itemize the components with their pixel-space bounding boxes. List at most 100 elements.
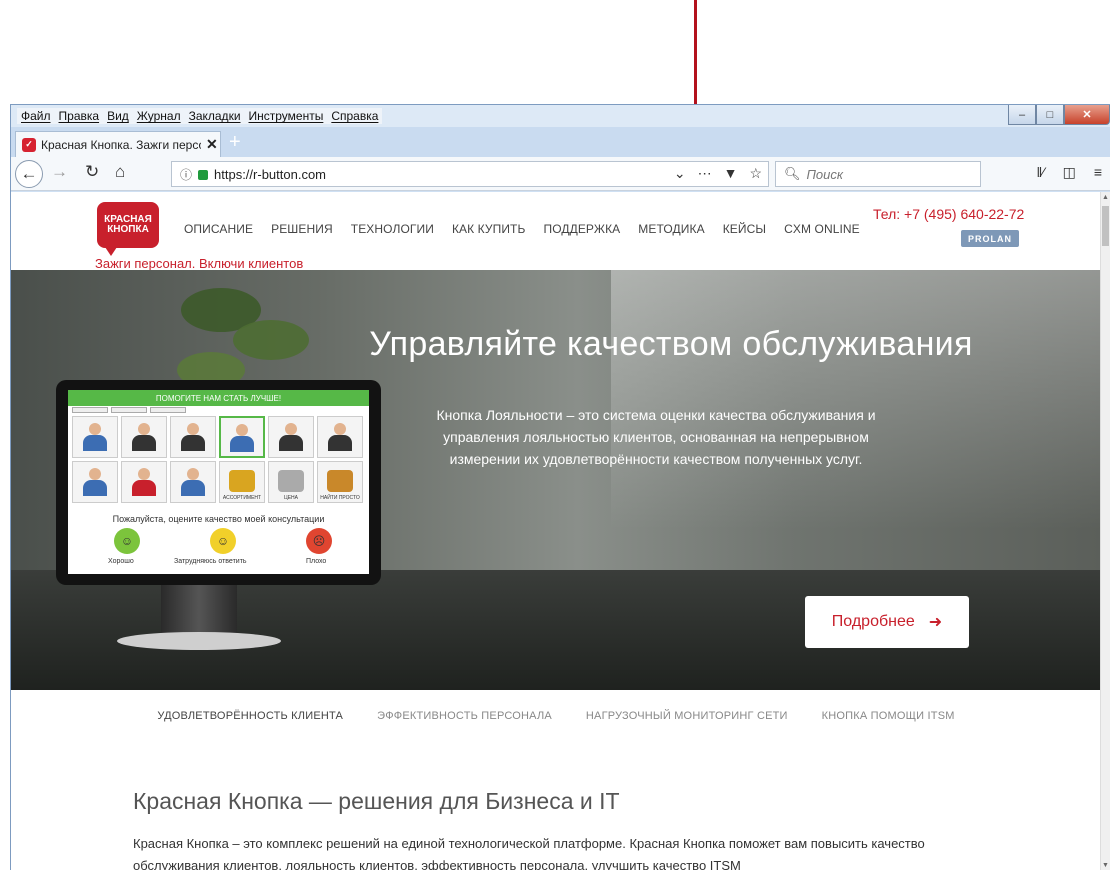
subnav-network-monitoring[interactable]: НАГРУЗОЧНЫЙ МОНИТОРИНГ СЕТИ xyxy=(586,710,788,722)
staff-tile xyxy=(121,461,167,503)
more-actions-icon[interactable]: ⋯ xyxy=(698,165,712,182)
menu-history[interactable]: Журнал xyxy=(137,109,181,123)
nav-item-description[interactable]: ОПИСАНИЕ xyxy=(184,222,253,236)
staff-tile xyxy=(268,416,314,458)
subnav-itsm-help-button[interactable]: КНОПКА ПОМОЩИ ITSM xyxy=(822,710,955,722)
staff-tile xyxy=(72,416,118,458)
staff-tile xyxy=(121,416,167,458)
tab-close-icon[interactable]: ✕ xyxy=(206,136,218,153)
tab-bar: ✓ Красная Кнопка. Зажги персо ✕ + xyxy=(11,127,1110,157)
category-tile-assortment: АССОРТИМЕНТ xyxy=(219,461,265,503)
hero-window-light xyxy=(611,270,1101,530)
sidebar-icon[interactable]: ◫ xyxy=(1063,164,1076,181)
site-header: КРАСНАЯ КНОПКА Зажги персонал. Включи кл… xyxy=(11,192,1101,271)
kiosk-monitor: ПОМОГИТЕ НАМ СТАТЬ ЛУЧШЕ! АССОРТИМЕНТ ЦЕ… xyxy=(56,380,381,585)
page-viewport: КРАСНАЯ КНОПКА Зажги персонал. Включи кл… xyxy=(11,192,1101,870)
nav-toolbar: ← → ↻ ⌂ ⓘ https://r-button.com ⌄ ⋯ ▼ ☆ 🔍… xyxy=(11,157,1110,191)
scroll-down-icon[interactable]: ▼ xyxy=(1102,862,1109,869)
screen-tabs xyxy=(72,407,186,413)
category-tile-price: ЦЕНА xyxy=(268,461,314,503)
close-window-button[interactable]: ✕ xyxy=(1064,105,1110,125)
nav-item-methodology[interactable]: МЕТОДИКА xyxy=(638,222,704,236)
library-icon[interactable]: ‖⁄ xyxy=(1036,164,1044,181)
url-text: https://r-button.com xyxy=(214,166,327,182)
menu-edit[interactable]: Правка xyxy=(59,109,100,123)
dropdown-chevron-icon[interactable]: ⌄ xyxy=(674,165,686,182)
logo-text-line2: КНОПКА xyxy=(107,224,149,235)
monitor-stand xyxy=(161,585,237,635)
page-scrollbar[interactable]: ▲ ▼ xyxy=(1100,192,1110,870)
pocket-icon[interactable]: ▼ xyxy=(724,165,738,182)
home-icon[interactable]: ⌂ xyxy=(115,162,125,182)
bookmark-star-icon[interactable]: ☆ xyxy=(749,165,762,182)
browser-window: Файл Правка Вид Журнал Закладки Инструме… xyxy=(10,104,1110,870)
staff-tile-selected xyxy=(219,416,265,458)
arrow-right-icon: ➜ xyxy=(928,614,943,631)
hero-title: Управляйте качеством обслуживания xyxy=(369,325,973,363)
tab-title: Красная Кнопка. Зажги персо xyxy=(41,137,201,152)
details-button[interactable]: Подробнее ➜ xyxy=(805,596,969,648)
kiosk-screen: ПОМОГИТЕ НАМ СТАТЬ ЛУЧШЕ! АССОРТИМЕНТ ЦЕ… xyxy=(68,390,369,574)
menu-bookmarks[interactable]: Закладки xyxy=(189,109,241,123)
address-bar[interactable]: ⓘ https://r-button.com ⌄ ⋯ ▼ ☆ xyxy=(171,161,769,187)
menu-bar: Файл Правка Вид Журнал Закладки Инструме… xyxy=(11,105,1110,127)
phone-number[interactable]: Тел: +7 (495) 640-22-72 xyxy=(873,206,1024,222)
reload-icon[interactable]: ↻ xyxy=(85,162,99,182)
screen-tab xyxy=(150,407,186,413)
nav-item-cases[interactable]: КЕЙСЫ xyxy=(723,222,766,236)
sad-face-icon: ☹ xyxy=(306,528,332,554)
rating-good-label: Хорошо xyxy=(108,558,134,565)
solutions-subnav: УДОВЛЕТВОРЁННОСТЬ КЛИЕНТА ЭФФЕКТИВНОСТЬ … xyxy=(11,710,1101,722)
section-text: Красная Кнопка – это комплекс решений на… xyxy=(133,836,925,870)
staff-tiles: АССОРТИМЕНТ ЦЕНА НАЙТИ ПРОСТО xyxy=(72,416,366,503)
scroll-thumb[interactable] xyxy=(1102,206,1109,246)
rating-bad-label: Плохо xyxy=(306,558,327,565)
nav-item-how-to-buy[interactable]: КАК КУПИТЬ xyxy=(452,222,526,236)
smile-face-icon: ☺ xyxy=(114,528,140,554)
neutral-face-icon: ☺ xyxy=(210,528,236,554)
search-placeholder: Поиск xyxy=(806,166,844,182)
menu-view[interactable]: Вид xyxy=(107,109,129,123)
staff-tile xyxy=(170,416,216,458)
section-title: Красная Кнопка — решения для Бизнеса и I… xyxy=(133,788,620,814)
menu-help[interactable]: Справка xyxy=(331,109,378,123)
subnav-customer-satisfaction[interactable]: УДОВЛЕТВОРЁННОСТЬ КЛИЕНТА xyxy=(157,710,343,722)
site-logo[interactable]: КРАСНАЯ КНОПКА xyxy=(97,202,159,256)
maximize-button[interactable]: □ xyxy=(1036,105,1064,125)
lock-icon xyxy=(198,170,209,180)
details-button-label: Подробнее xyxy=(831,613,915,630)
monitor-base xyxy=(117,632,281,650)
staff-tile xyxy=(317,416,363,458)
hero-description: Кнопка Лояльности – это система оценки к… xyxy=(436,407,876,467)
window-controls: – □ ✕ xyxy=(1008,105,1110,125)
nav-item-technologies[interactable]: ТЕХНОЛОГИИ xyxy=(351,222,434,236)
site-tagline: Зажги персонал. Включи клиентов xyxy=(95,256,304,271)
back-icon[interactable]: ← xyxy=(15,160,43,188)
menu-tools[interactable]: Инструменты xyxy=(249,109,324,123)
menu-file[interactable]: Файл xyxy=(21,109,51,123)
forward-icon[interactable]: → xyxy=(51,162,68,182)
scroll-up-icon[interactable]: ▲ xyxy=(1102,194,1109,201)
hamburger-menu-icon[interactable]: ≡ xyxy=(1094,164,1102,181)
partner-badge[interactable]: PROLAN xyxy=(961,230,1019,247)
nav-item-support[interactable]: ПОДДЕРЖКА xyxy=(543,222,620,236)
site-favicon-icon: ✓ xyxy=(22,137,36,152)
info-icon[interactable]: ⓘ xyxy=(180,166,192,183)
new-tab-icon[interactable]: + xyxy=(229,131,241,154)
hero-banner: Управляйте качеством обслуживания Кнопка… xyxy=(11,270,1101,690)
search-input[interactable]: 🔍︎ Поиск xyxy=(775,161,981,187)
browser-tab[interactable]: ✓ Красная Кнопка. Зажги персо ✕ xyxy=(15,131,221,157)
rating-question: Пожалуйста, оцените качество моей консул… xyxy=(112,514,325,524)
search-icon: 🔍︎ xyxy=(784,166,801,181)
staff-tile xyxy=(72,461,118,503)
subnav-staff-efficiency[interactable]: ЭФФЕКТИВНОСТЬ ПЕРСОНАЛА xyxy=(377,710,552,722)
nav-item-solutions[interactable]: РЕШЕНИЯ xyxy=(271,222,333,236)
screen-tab xyxy=(72,407,108,413)
nav-item-cxm-online[interactable]: CXM ONLINE xyxy=(784,222,860,236)
staff-tile xyxy=(170,461,216,503)
minimize-button[interactable]: – xyxy=(1008,105,1036,125)
rating-neutral-label: Затрудняюсь ответить xyxy=(174,558,247,565)
screen-tab xyxy=(111,407,147,413)
category-tile-find: НАЙТИ ПРОСТО xyxy=(317,461,363,503)
screen-header: ПОМОГИТЕ НАМ СТАТЬ ЛУЧШЕ! xyxy=(68,390,369,406)
